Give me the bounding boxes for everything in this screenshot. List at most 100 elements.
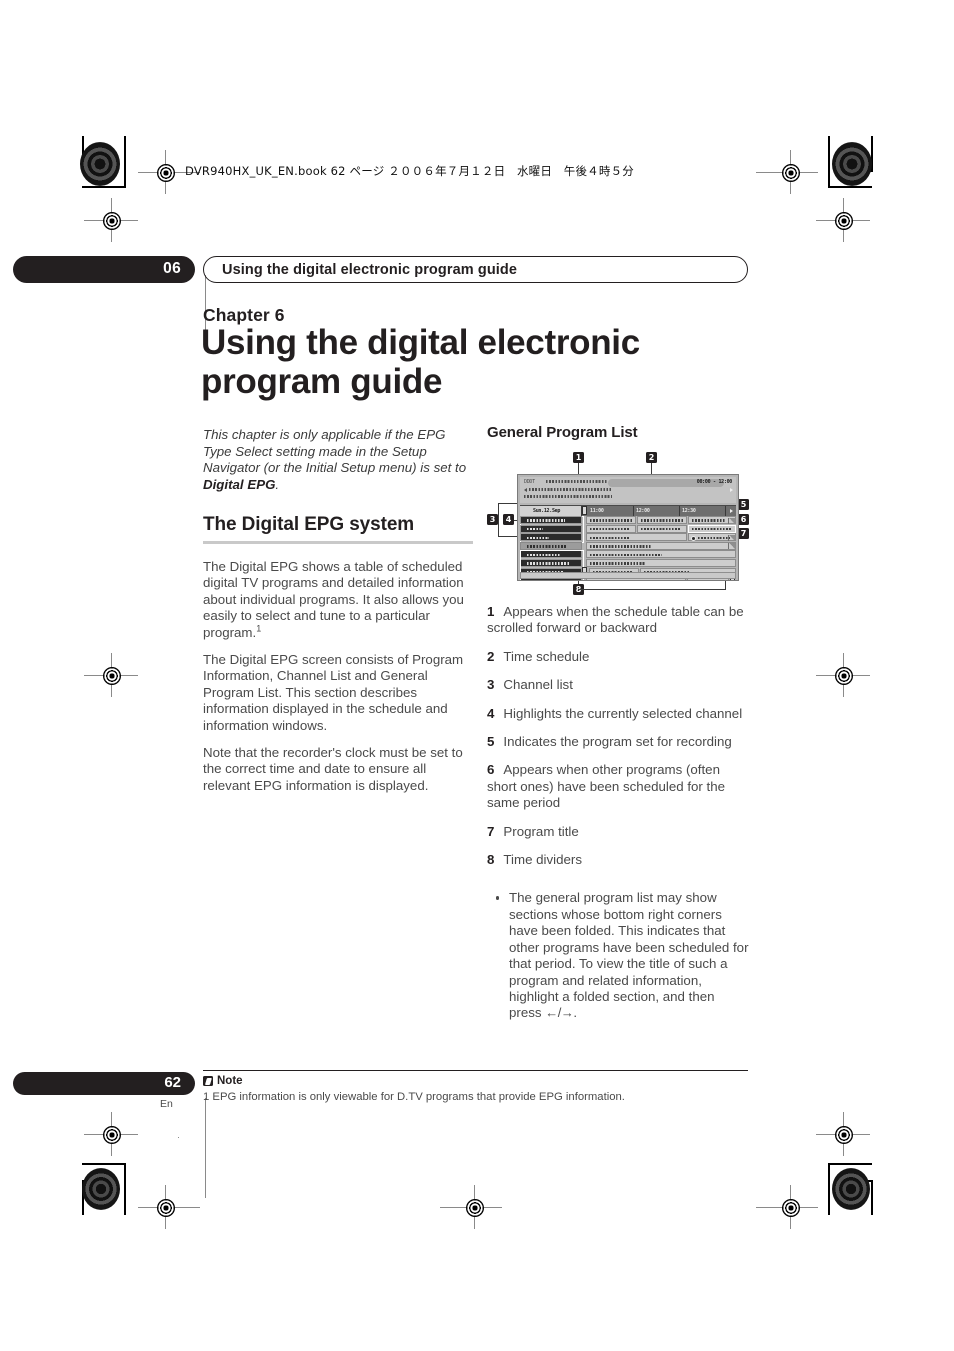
- epg-info-desc-line-2: [524, 495, 612, 498]
- epg-program-cell[interactable]: [586, 516, 636, 524]
- epg-program-cell[interactable]: [637, 524, 687, 533]
- epg-folded-corner-icon[interactable]: [727, 543, 735, 550]
- epg-program-title: [590, 527, 630, 531]
- epg-program-cell[interactable]: [586, 533, 687, 542]
- epg-program-cell-with-record-icon[interactable]: [688, 533, 736, 542]
- epg-time-label-1: 11:00: [590, 507, 604, 514]
- legend-item-4: 4 Highlights the currently selected chann…: [487, 706, 749, 722]
- legend-number-8: 8: [487, 852, 495, 868]
- general-program-list-figure: 1 2 3 4 5 6 7 8 DDDT 00:00 - 12:00: [487, 452, 749, 597]
- epg-channel-row[interactable]: [520, 524, 582, 533]
- epg-folded-corner-icon[interactable]: [727, 534, 735, 541]
- legend-item-8: 8 Time dividers: [487, 852, 749, 868]
- page-number: 62: [164, 1074, 181, 1091]
- lead-text-pre: This chapter is only applicable if the E…: [203, 427, 467, 476]
- callout-3-leader-v: [498, 503, 500, 537]
- callout-5: 5: [738, 499, 749, 510]
- epg-day-cell[interactable]: Sun.12.Sep: [520, 506, 582, 516]
- epg-program-cell[interactable]: [586, 550, 736, 559]
- epg-time-scroll-right-icon[interactable]: [730, 508, 733, 513]
- epg-program-cell[interactable]: [586, 524, 636, 533]
- legend-number-6: 6: [487, 762, 495, 778]
- bullet-note-folded-sections: The general program list may show sectio…: [487, 890, 749, 1021]
- crop-mark-bottom-left-h: [82, 1163, 126, 1165]
- callout-2: 2: [646, 452, 657, 463]
- legend-item-3: 3 Channel list: [487, 677, 749, 693]
- epg-program-cell-recording[interactable]: [688, 524, 736, 533]
- bullet-dot-icon: [496, 896, 500, 900]
- crop-mark-bottom-right-v2: [871, 1180, 873, 1215]
- registration-target-mid-right: [835, 667, 853, 685]
- crop-mark-top-left-h: [82, 186, 126, 188]
- callout-7: 7: [738, 528, 749, 539]
- epg-info-scroll-left-icon[interactable]: [524, 487, 527, 492]
- epg-program-title: [590, 562, 646, 565]
- registration-target-bottom-left: [157, 1199, 175, 1217]
- epg-channel-row[interactable]: [520, 533, 582, 542]
- epg-program-title: [641, 527, 681, 531]
- epg-folded-corner-icon[interactable]: [727, 517, 735, 524]
- registration-target-top-left: [157, 164, 175, 182]
- bullet-text-pre: The general program list may show sectio…: [509, 890, 749, 1021]
- legend-text-8: Time dividers: [503, 852, 582, 868]
- subsection-title-general-program-list: General Program List: [487, 424, 638, 441]
- section-rule: [203, 541, 473, 544]
- legend-text-2: Time schedule: [503, 648, 590, 664]
- legend-text-7: Program title: [503, 823, 579, 839]
- epg-channel-name: [527, 519, 565, 522]
- epg-info-desc-line-1: [529, 488, 611, 491]
- legend-item-1: 1 Appears when the schedule table can be …: [487, 604, 749, 637]
- epg-program-cell[interactable]: [688, 516, 736, 524]
- epg-program-title: [692, 519, 726, 522]
- page-title: Using the digital electronic program gui…: [201, 323, 640, 401]
- epg-channel-row[interactable]: [520, 541, 582, 550]
- epg-day-label: Sun.12.Sep: [533, 507, 561, 514]
- legend-text-5: Indicates the program set for recording: [503, 734, 732, 750]
- registration-target-upper-right: [835, 212, 853, 230]
- crop-mark-bottom-right-v: [828, 1163, 830, 1215]
- epg-program-info-label: DDDT: [524, 479, 535, 485]
- epg-info-scroll-right-icon[interactable]: [730, 488, 733, 492]
- legend-number-3: 3: [487, 677, 495, 693]
- legend-text-6: Appears when other programs (often short…: [487, 762, 726, 811]
- epg-screen[interactable]: DDDT 00:00 - 12:00 Sun.12.Sep 11:00 12:0…: [517, 474, 739, 581]
- reg-cross-v-12: [204, 1098, 206, 1198]
- epg-time-divider-1: [633, 506, 634, 516]
- paragraph-1-text: The Digital EPG shows a table of schedul…: [203, 558, 464, 640]
- legend-item-5: 5 Indicates the program set for recording: [487, 734, 749, 750]
- legend-item-6: 6 Appears when other programs (often shor…: [487, 762, 749, 811]
- registration-target-lower-left: [103, 1126, 121, 1144]
- running-head-chapter-chip: 06: [13, 256, 195, 283]
- epg-info-title-dots: [546, 480, 608, 483]
- running-head-chapter-number: 06: [163, 260, 181, 277]
- note-divider-rule: [203, 1070, 748, 1072]
- epg-program-cell[interactable]: [586, 541, 736, 550]
- bullet-text-post: .: [573, 1005, 578, 1021]
- epg-channel-row[interactable]: [520, 516, 582, 524]
- epg-program-title: [691, 579, 727, 580]
- legend-number-7: 7: [487, 823, 495, 839]
- epg-program-title: [692, 527, 732, 531]
- epg-program-cell[interactable]: [586, 559, 736, 567]
- legend-text-4: Highlights the currently selected channe…: [503, 705, 743, 721]
- legend-item-2: 2 Time schedule: [487, 649, 749, 665]
- epg-program-title: [698, 536, 730, 539]
- epg-program-grid: [519, 515, 736, 580]
- running-head-title-pill: Using the digital electronic program gui…: [203, 256, 748, 283]
- crop-mark-bottom-right-h: [828, 1163, 872, 1165]
- callout-3: 3: [487, 514, 498, 525]
- language-code: En: [160, 1098, 173, 1110]
- callout-8-leader-h: [578, 589, 726, 591]
- epg-program-cell[interactable]: [637, 516, 687, 524]
- epg-time-schedule-bar: Sun.12.Sep 11:00 12:00 12:30: [520, 505, 736, 516]
- paragraph-clock-note: Note that the recorder's clock must be s…: [203, 745, 463, 793]
- section-title-digital-epg-system: The Digital EPG system: [203, 514, 415, 536]
- density-patch-top-left: [80, 142, 120, 186]
- crop-mark-bottom-left-v: [124, 1163, 126, 1215]
- epg-channel-name: [527, 536, 549, 539]
- registration-target-top-right: [782, 164, 800, 182]
- note-icon: [203, 1076, 213, 1086]
- legend-item-7: 7 Program title: [487, 824, 749, 840]
- epg-scroll-left-indicator[interactable]: [582, 506, 587, 515]
- lead-text-post: .: [275, 476, 280, 492]
